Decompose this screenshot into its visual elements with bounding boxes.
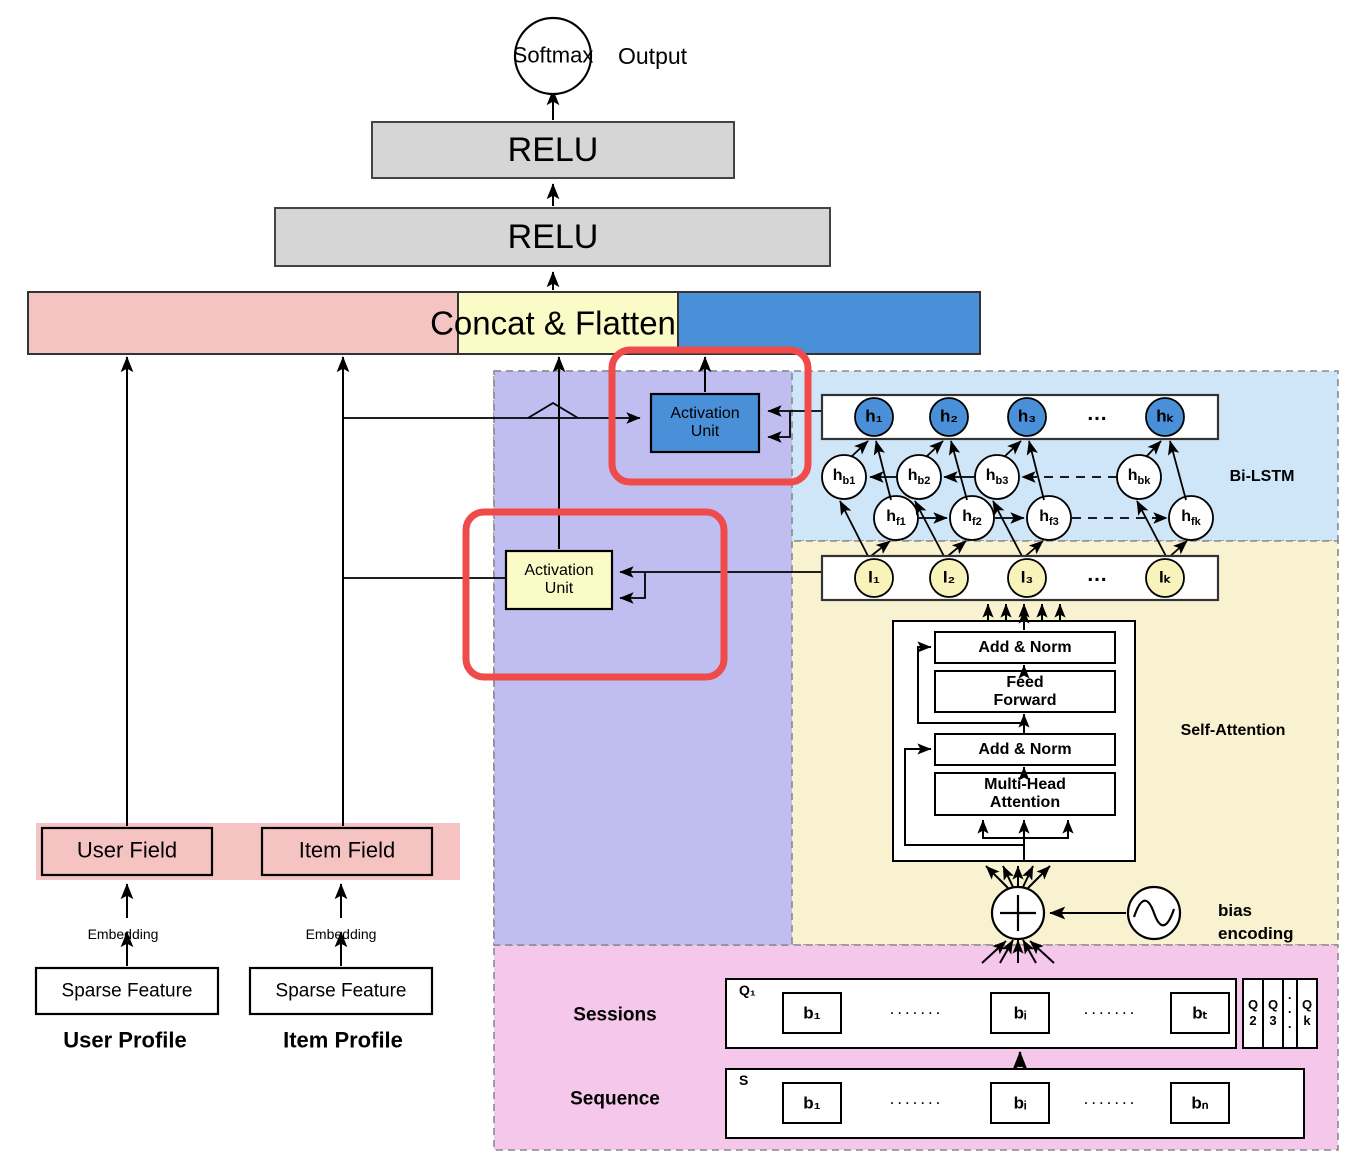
bilstm-backward-node-3	[974, 454, 1020, 500]
mlp-stack-graphics	[27, 16, 981, 355]
input-node-k	[1145, 558, 1185, 598]
multi-head-attention-box	[934, 772, 1116, 816]
bilstm-output-node-2	[929, 397, 969, 437]
architecture-diagram: Softmax Output RELU RELU Concat & Flatte…	[0, 0, 1360, 1158]
relu-top-box	[371, 121, 735, 179]
add-norm-top-box	[934, 631, 1116, 664]
item-sparse-box	[248, 966, 434, 1016]
user-field-box	[40, 826, 214, 877]
q-tab-2	[1242, 978, 1264, 1049]
q-tab-3	[1262, 978, 1284, 1049]
bilstm-backward-node-1	[821, 454, 867, 500]
diagram-canvas	[27, 16, 1339, 1151]
bilstm-backward-node-k	[1116, 454, 1162, 500]
activation-unit-upper-box	[649, 392, 761, 454]
user-sparse-box	[34, 966, 220, 1016]
input-node-2	[929, 558, 969, 598]
sequence-block-bi	[990, 1082, 1050, 1124]
concat-segment-left	[27, 291, 459, 355]
bilstm-forward-node-k	[1168, 495, 1214, 541]
input-node-3	[1007, 558, 1047, 598]
bilstm-backward-node-2	[896, 454, 942, 500]
item-field-box	[260, 826, 434, 877]
concat-segment-right	[677, 291, 981, 355]
concat-segment-middle	[457, 291, 679, 355]
session-block-bT	[1170, 992, 1230, 1034]
bilstm-output-node-1	[854, 397, 894, 437]
activation-unit-lower-box	[504, 549, 614, 611]
q-tab-k	[1296, 978, 1318, 1049]
input-node-1	[854, 558, 894, 598]
sequence-block-bN	[1170, 1082, 1230, 1124]
region-purple-bg	[493, 370, 793, 946]
sequence-block-b1	[782, 1082, 842, 1124]
session-block-b1	[782, 992, 842, 1034]
feed-forward-box	[934, 670, 1116, 713]
add-norm-bottom-box	[934, 733, 1116, 766]
bilstm-forward-node-3	[1026, 495, 1072, 541]
q-tab-dots	[1282, 978, 1298, 1049]
bilstm-forward-node-2	[949, 495, 995, 541]
bilstm-forward-node-1	[873, 495, 919, 541]
relu-bottom-box	[274, 207, 831, 267]
session-block-bi	[990, 992, 1050, 1034]
bilstm-output-node-3	[1007, 397, 1047, 437]
transformer-graphics	[892, 609, 1136, 862]
softmax-circle	[513, 16, 593, 96]
bilstm-output-node-k	[1145, 397, 1185, 437]
